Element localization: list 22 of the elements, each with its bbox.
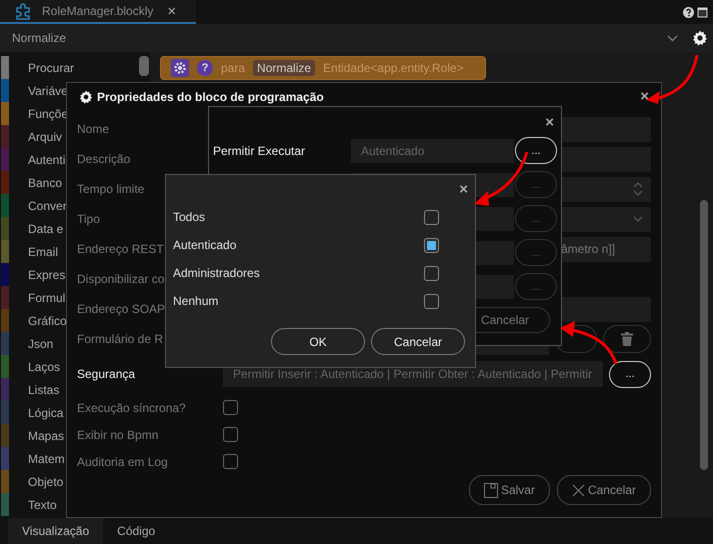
field-label: Exibir no Bpmn <box>77 428 158 442</box>
field-label: Disponibilizar co <box>77 272 164 286</box>
toolbar-title: Normalize <box>12 31 66 45</box>
block-keyword: para <box>221 61 246 75</box>
option-label: Administradores <box>173 266 260 280</box>
field-label: Descrição <box>77 152 130 166</box>
tab-title: RoleManager.blockly <box>42 4 154 18</box>
block-entity: Entidade<app.entity.Role> <box>323 61 464 75</box>
option-label: Todos <box>173 210 206 224</box>
option-label: Nenhum <box>173 294 218 308</box>
option-label: Autenticado <box>173 238 236 252</box>
field-label: Execução síncrona? <box>77 400 186 414</box>
field-label: Tipo <box>77 212 100 226</box>
field-label: Auditoria em Log <box>77 454 168 468</box>
field-label: Nome <box>77 122 110 136</box>
dialog-title: Propriedades do bloco de programação <box>97 90 324 104</box>
field-label: Endereço REST <box>77 242 164 256</box>
field-label: Formulário de R <box>77 332 164 346</box>
field-label: Tempo limite <box>77 182 144 196</box>
field-label: Segurança <box>77 367 136 381</box>
field-label: Permitir Executar <box>213 144 306 158</box>
field-label: Endereço SOAP <box>77 302 166 316</box>
